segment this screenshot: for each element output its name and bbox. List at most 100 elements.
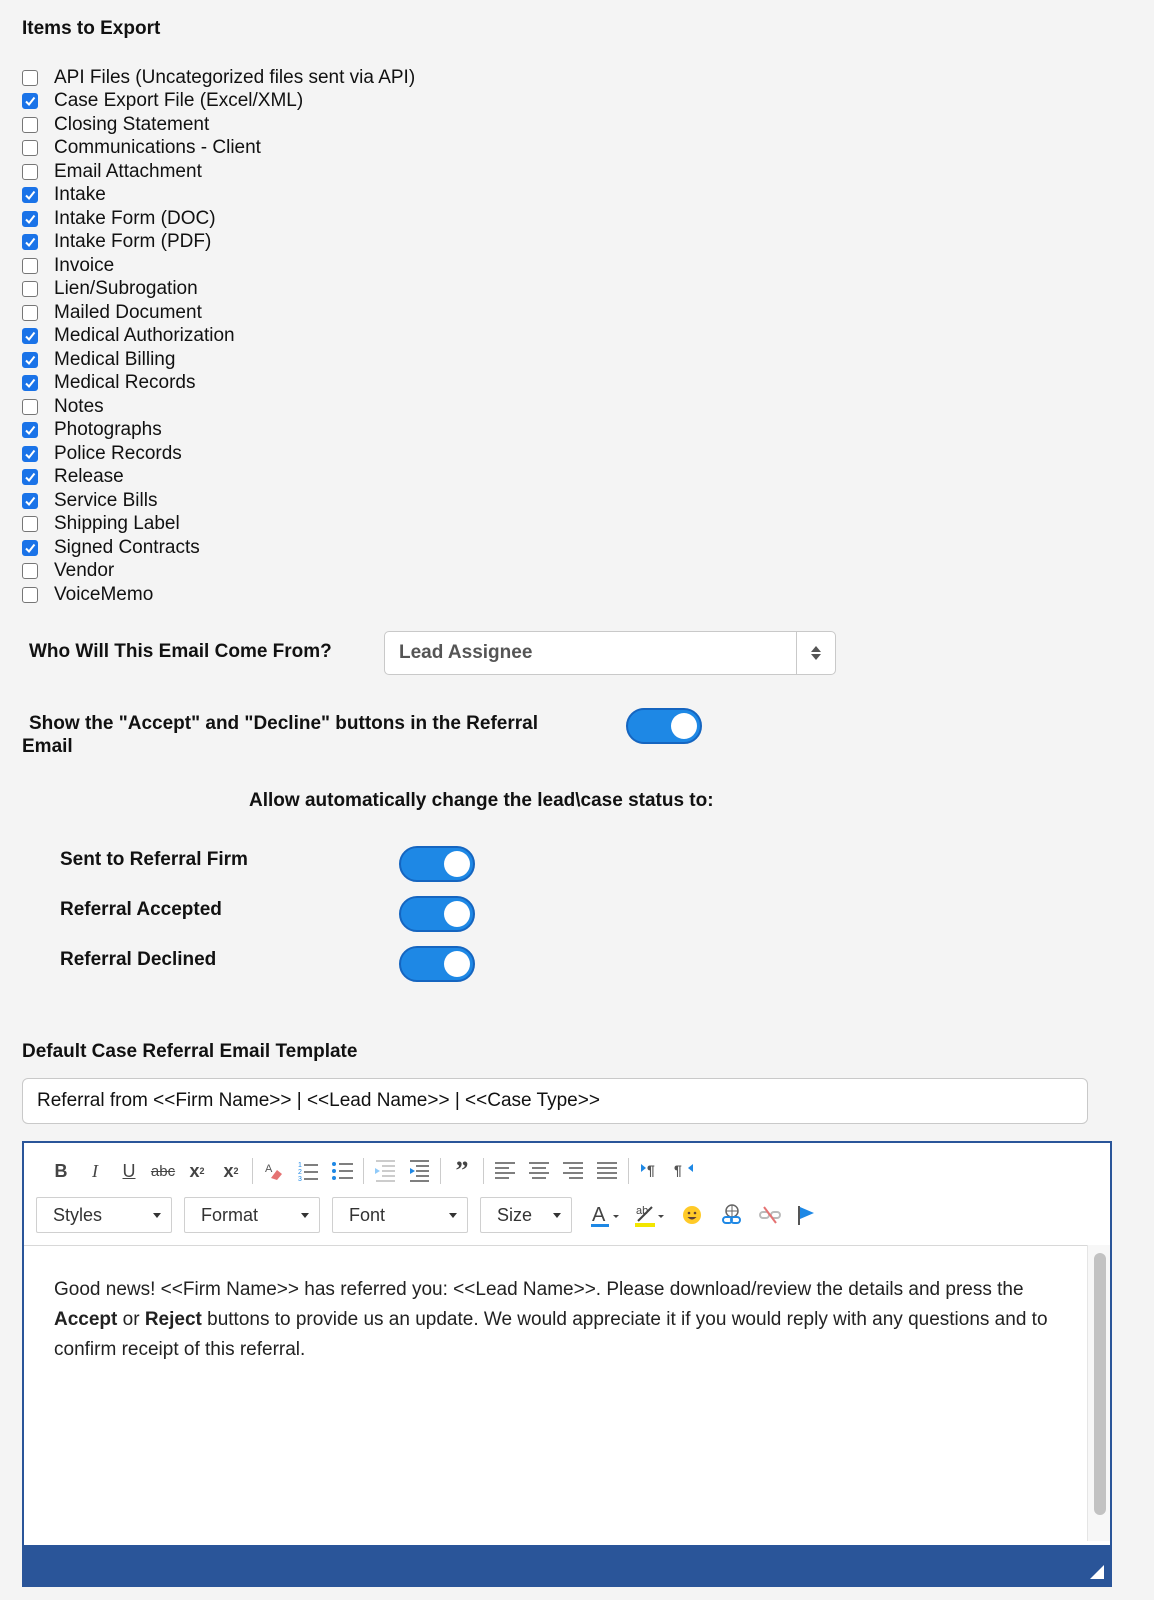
export-item-label: Invoice <box>54 254 115 276</box>
subject-input[interactable]: Referral from <<Firm Name>> | <<Lead Nam… <box>22 1078 1088 1124</box>
toggle-knob <box>444 951 470 977</box>
checkbox-unchecked[interactable] <box>22 69 38 86</box>
export-item[interactable]: Medical Billing <box>22 348 622 372</box>
export-item[interactable]: Shipping Label <box>22 513 622 537</box>
export-item[interactable]: Signed Contracts <box>22 536 622 560</box>
export-item[interactable]: Service Bills <box>22 489 622 513</box>
align-justify-icon[interactable] <box>590 1157 624 1185</box>
checkbox-checked[interactable] <box>22 539 38 556</box>
styles-dropdown-label: Styles <box>53 1204 103 1225</box>
email-from-select[interactable]: Lead Assignee <box>384 631 836 675</box>
chevron-down-icon <box>449 1212 457 1218</box>
link-icon[interactable] <box>712 1201 752 1229</box>
referral-declined-toggle[interactable] <box>399 946 475 982</box>
outdent-icon[interactable] <box>368 1157 402 1185</box>
checkbox-checked[interactable] <box>22 187 38 204</box>
export-item[interactable]: Invoice <box>22 254 622 278</box>
export-item[interactable]: Mailed Document <box>22 301 622 325</box>
numbered-list-icon[interactable]: 123 <box>291 1157 325 1185</box>
size-dropdown[interactable]: Size <box>480 1197 572 1233</box>
checkbox-unchecked[interactable] <box>22 281 38 298</box>
sent-to-referral-firm-label: Sent to Referral Firm <box>60 849 248 870</box>
strikethrough-icon[interactable]: abc <box>146 1157 180 1185</box>
export-item[interactable]: Police Records <box>22 442 622 466</box>
checkbox-unchecked[interactable] <box>22 257 38 274</box>
unlink-icon[interactable] <box>752 1201 788 1229</box>
export-item[interactable]: Lien/Subrogation <box>22 278 622 302</box>
export-item-label: Intake Form (PDF) <box>54 231 212 253</box>
editor-content[interactable]: Good news! <<Firm Name>> has referred yo… <box>54 1275 1064 1365</box>
export-item[interactable]: Communications - Client <box>22 137 622 161</box>
checkbox-checked[interactable] <box>22 234 38 251</box>
checkbox-unchecked[interactable] <box>22 563 38 580</box>
export-item[interactable]: VoiceMemo <box>22 583 622 607</box>
checkbox-checked[interactable] <box>22 422 38 439</box>
anchor-flag-icon[interactable] <box>788 1201 824 1229</box>
export-item[interactable]: Photographs <box>22 419 622 443</box>
checkbox-unchecked[interactable] <box>22 163 38 180</box>
editor-scrollbar[interactable] <box>1094 1253 1106 1515</box>
export-item[interactable]: API Files (Uncategorized files sent via … <box>22 66 622 90</box>
export-item[interactable]: Medical Authorization <box>22 325 622 349</box>
export-item[interactable]: Closing Statement <box>22 113 622 137</box>
blockquote-icon[interactable]: ” <box>445 1156 479 1185</box>
text-color-icon[interactable]: A <box>584 1201 628 1229</box>
checkbox-checked[interactable] <box>22 93 38 110</box>
export-item-label: Lien/Subrogation <box>54 278 198 300</box>
format-dropdown[interactable]: Format <box>184 1197 320 1233</box>
align-right-icon[interactable] <box>556 1157 590 1185</box>
export-item[interactable]: Release <box>22 466 622 490</box>
checkbox-checked[interactable] <box>22 375 38 392</box>
email-from-value: Lead Assignee <box>399 642 533 663</box>
accept-decline-label: Show the "Accept" and "Decline" buttons … <box>22 712 582 758</box>
checkbox-checked[interactable] <box>22 492 38 509</box>
align-left-icon[interactable] <box>488 1157 522 1185</box>
checkbox-unchecked[interactable] <box>22 398 38 415</box>
resize-grip-icon[interactable] <box>1090 1565 1104 1579</box>
export-item-label: Mailed Document <box>54 301 202 323</box>
styles-dropdown[interactable]: Styles <box>36 1197 172 1233</box>
export-item[interactable]: Email Attachment <box>22 160 622 184</box>
checkbox-unchecked[interactable] <box>22 140 38 157</box>
chevron-down-icon <box>301 1212 309 1218</box>
checkbox-unchecked[interactable] <box>22 516 38 533</box>
checkbox-checked[interactable] <box>22 351 38 368</box>
checkbox-checked[interactable] <box>22 210 38 227</box>
checkbox-checked[interactable] <box>22 445 38 462</box>
export-item[interactable]: Intake Form (DOC) <box>22 207 622 231</box>
subscript-icon[interactable]: x2 <box>180 1157 214 1185</box>
checkbox-unchecked[interactable] <box>22 586 38 603</box>
underline-icon[interactable]: U <box>112 1157 146 1185</box>
export-item[interactable]: Medical Records <box>22 372 622 396</box>
emoji-icon[interactable] <box>672 1201 712 1229</box>
italic-icon[interactable]: I <box>78 1157 112 1185</box>
referral-accepted-toggle[interactable] <box>399 896 475 932</box>
bullet-list-icon[interactable] <box>325 1157 359 1185</box>
superscript-icon[interactable]: x2 <box>214 1157 248 1185</box>
font-dropdown[interactable]: Font <box>332 1197 468 1233</box>
remove-format-icon[interactable]: A <box>257 1157 291 1185</box>
status-change-heading: Allow automatically change the lead\case… <box>249 790 714 811</box>
size-dropdown-label: Size <box>497 1204 533 1225</box>
items-to-export-title: Items to Export <box>22 18 161 39</box>
export-item[interactable]: Case Export File (Excel/XML) <box>22 90 622 114</box>
checkbox-checked[interactable] <box>22 328 38 345</box>
sent-to-referral-firm-toggle[interactable] <box>399 846 475 882</box>
bold-icon[interactable]: B <box>44 1157 78 1185</box>
svg-text:1: 1 <box>298 1162 302 1169</box>
text-direction-rtl-icon[interactable]: ¶ <box>667 1157 701 1185</box>
checkbox-unchecked[interactable] <box>22 304 38 321</box>
export-item[interactable]: Notes <box>22 395 622 419</box>
export-item[interactable]: Vendor <box>22 560 622 584</box>
chevron-down-icon <box>553 1212 561 1218</box>
highlight-color-icon[interactable]: ab <box>628 1201 672 1229</box>
checkbox-checked[interactable] <box>22 469 38 486</box>
export-item[interactable]: Intake Form (PDF) <box>22 231 622 255</box>
indent-icon[interactable] <box>402 1157 436 1185</box>
checkbox-unchecked[interactable] <box>22 116 38 133</box>
text-direction-ltr-icon[interactable]: ¶ <box>633 1157 667 1185</box>
align-center-icon[interactable] <box>522 1157 556 1185</box>
svg-text:ab: ab <box>636 1205 648 1217</box>
accept-decline-toggle[interactable] <box>626 708 702 744</box>
export-item[interactable]: Intake <box>22 184 622 208</box>
